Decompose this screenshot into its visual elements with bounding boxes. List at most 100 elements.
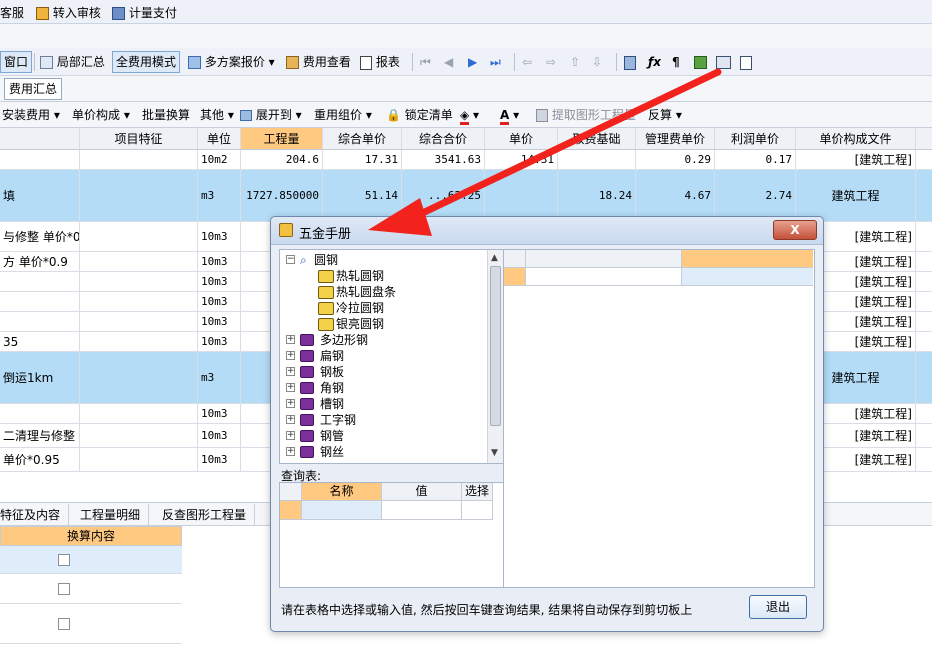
multi-scheme-button[interactable]: 多方案报价 ▾ xyxy=(188,51,275,73)
cell-name[interactable]: 方 单价*0.9 xyxy=(0,252,80,271)
conversion-checkbox[interactable] xyxy=(58,618,70,630)
hardware-manual-icon[interactable] xyxy=(716,51,731,73)
reuse-price-button[interactable]: 重用组价 ▾ xyxy=(314,104,372,126)
expand-icon[interactable]: + xyxy=(286,367,295,376)
cell-profit[interactable]: 2.74 xyxy=(715,170,796,221)
cell-mgmt[interactable]: 4.67 xyxy=(636,170,715,221)
cell-feature[interactable] xyxy=(80,352,198,403)
extract-graphic-button[interactable]: 提取图形工程量 xyxy=(536,104,636,126)
cell-price[interactable] xyxy=(485,170,558,221)
reverse-calc-button[interactable]: 反算 ▾ xyxy=(648,104,682,126)
table-row[interactable]: 填 m3 1727.850000 51.14 ...62.25 18.24 4.67 2.74… xyxy=(0,170,932,222)
full-fee-mode-button[interactable]: 全费用模式 xyxy=(112,51,181,73)
cell-unit[interactable]: 10m3 xyxy=(198,272,241,291)
cell-name[interactable]: 35 xyxy=(0,332,80,351)
tree-scrollbar[interactable]: ▲ ▼ xyxy=(487,250,503,463)
unit-composition-button[interactable]: 单价构成 ▾ xyxy=(72,104,130,126)
cell-unit[interactable]: m3 xyxy=(198,352,241,403)
cell-feature[interactable] xyxy=(80,292,198,311)
result-cell-selected[interactable] xyxy=(682,268,813,286)
col-header-price[interactable]: 单价 xyxy=(485,128,558,149)
close-button[interactable]: X xyxy=(773,220,817,240)
col-header-total[interactable]: 综合合价 xyxy=(402,128,485,149)
cell-name[interactable]: 填 xyxy=(0,170,80,221)
cell-price[interactable]: 14.31 xyxy=(485,150,558,169)
cell-name[interactable] xyxy=(0,150,80,169)
col-header-qty[interactable]: 工程量 xyxy=(241,128,323,149)
cell-unit[interactable]: 10m3 xyxy=(198,448,241,471)
cell-unit[interactable]: 10m3 xyxy=(198,222,241,251)
font-color-button[interactable]: A ▾ xyxy=(500,104,519,126)
cell-unit[interactable]: 10m3 xyxy=(198,424,241,447)
col-header-unit[interactable]: 单位 xyxy=(198,128,241,149)
paragraph-icon[interactable]: ¶ xyxy=(672,51,680,73)
cell-unit-price[interactable]: 17.31 xyxy=(323,150,402,169)
cell-feature[interactable] xyxy=(80,424,198,447)
tab-feature-content[interactable]: 特征及内容 xyxy=(0,504,70,526)
cell-feature[interactable] xyxy=(80,404,198,423)
collapse-icon[interactable]: − xyxy=(286,255,295,264)
conversion-checkbox[interactable] xyxy=(58,554,70,566)
next-page-icon[interactable]: ▶ xyxy=(468,51,477,73)
cell-unit[interactable]: 10m3 xyxy=(198,404,241,423)
batch-convert-button[interactable]: 批量换算 xyxy=(142,104,190,126)
scroll-down-icon[interactable]: ▼ xyxy=(491,448,498,458)
cell-name[interactable]: 单价*0.95 xyxy=(0,448,80,471)
cell-unit-price[interactable]: 51.14 xyxy=(323,170,402,221)
cell-feature[interactable] xyxy=(80,312,198,331)
right-arrow-icon[interactable]: ⇨ xyxy=(546,51,556,73)
cell-name[interactable]: 二清理与修整 xyxy=(0,424,80,447)
result-cell[interactable] xyxy=(526,268,682,286)
cell-unit[interactable]: 10m2 xyxy=(198,150,241,169)
cell-total[interactable]: ...62.25 xyxy=(402,170,485,221)
cell-base[interactable] xyxy=(558,150,636,169)
service-menu[interactable]: 客服 xyxy=(0,2,24,24)
last-page-icon[interactable]: ⏭ xyxy=(490,51,501,73)
cell-base[interactable]: 18.24 xyxy=(558,170,636,221)
cell-feature[interactable] xyxy=(80,252,198,271)
report-button[interactable]: 报表 xyxy=(360,51,400,73)
cube-icon[interactable] xyxy=(694,51,707,73)
up-arrow-icon[interactable]: ⇧ xyxy=(570,51,580,73)
cell-qty[interactable]: 1727.850000 xyxy=(241,170,323,221)
payment-menu[interactable]: 计量支付 xyxy=(112,2,177,24)
transfer-review-menu[interactable]: 转入审核 xyxy=(36,2,101,24)
cell-name[interactable] xyxy=(0,312,80,331)
formula-icon[interactable]: ƒx xyxy=(648,51,661,73)
cell-total[interactable]: 3541.63 xyxy=(402,150,485,169)
result-col-2[interactable] xyxy=(682,250,813,268)
local-summary-button[interactable]: 局部汇总 xyxy=(40,51,105,73)
prev-page-icon[interactable]: ◀ xyxy=(444,51,453,73)
fill-color-button[interactable]: ◈ ▾ xyxy=(460,104,479,126)
query-col-select[interactable]: 选择 xyxy=(462,483,493,501)
cell-file[interactable]: 建筑工程 xyxy=(796,170,916,221)
first-page-icon[interactable]: ⏮ xyxy=(420,51,431,73)
list-icon[interactable] xyxy=(740,51,752,73)
cell-feature[interactable] xyxy=(80,150,198,169)
cell-profit[interactable]: 0.17 xyxy=(715,150,796,169)
query-col-name[interactable]: 名称 xyxy=(302,483,382,501)
expand-icon[interactable]: + xyxy=(286,335,295,344)
table-row[interactable]: 10m2 204.6 17.31 3541.63 14.31 0.29 0.17 [建筑工程] xyxy=(0,150,932,170)
scroll-thumb[interactable] xyxy=(490,266,501,426)
cell-feature[interactable] xyxy=(80,222,198,251)
expand-icon[interactable]: + xyxy=(286,431,295,440)
query-value-input[interactable] xyxy=(382,501,462,520)
fee-view-button[interactable]: 费用查看 xyxy=(286,51,351,73)
cell-qty[interactable]: 204.6 xyxy=(241,150,323,169)
expand-icon[interactable]: + xyxy=(286,383,295,392)
col-header-file[interactable]: 单价构成文件 xyxy=(796,128,916,149)
cell-name[interactable] xyxy=(0,404,80,423)
lock-list-button[interactable]: 🔒 锁定清单 xyxy=(386,104,453,126)
tab-reverse-graphic[interactable]: 反查图形工程量 xyxy=(162,504,256,526)
conversion-checkbox[interactable] xyxy=(58,583,70,595)
cell-unit[interactable]: m3 xyxy=(198,170,241,221)
down-arrow-icon[interactable]: ⇩ xyxy=(592,51,602,73)
expand-icon[interactable]: + xyxy=(286,447,295,456)
cell-feature[interactable] xyxy=(80,272,198,291)
col-header-profit[interactable]: 利润单价 xyxy=(715,128,796,149)
result-col-1[interactable] xyxy=(526,250,682,268)
cell-feature[interactable] xyxy=(80,332,198,351)
cell-file[interactable]: [建筑工程] xyxy=(796,150,916,169)
tab-qty-detail[interactable]: 工程量明细 xyxy=(80,504,150,526)
